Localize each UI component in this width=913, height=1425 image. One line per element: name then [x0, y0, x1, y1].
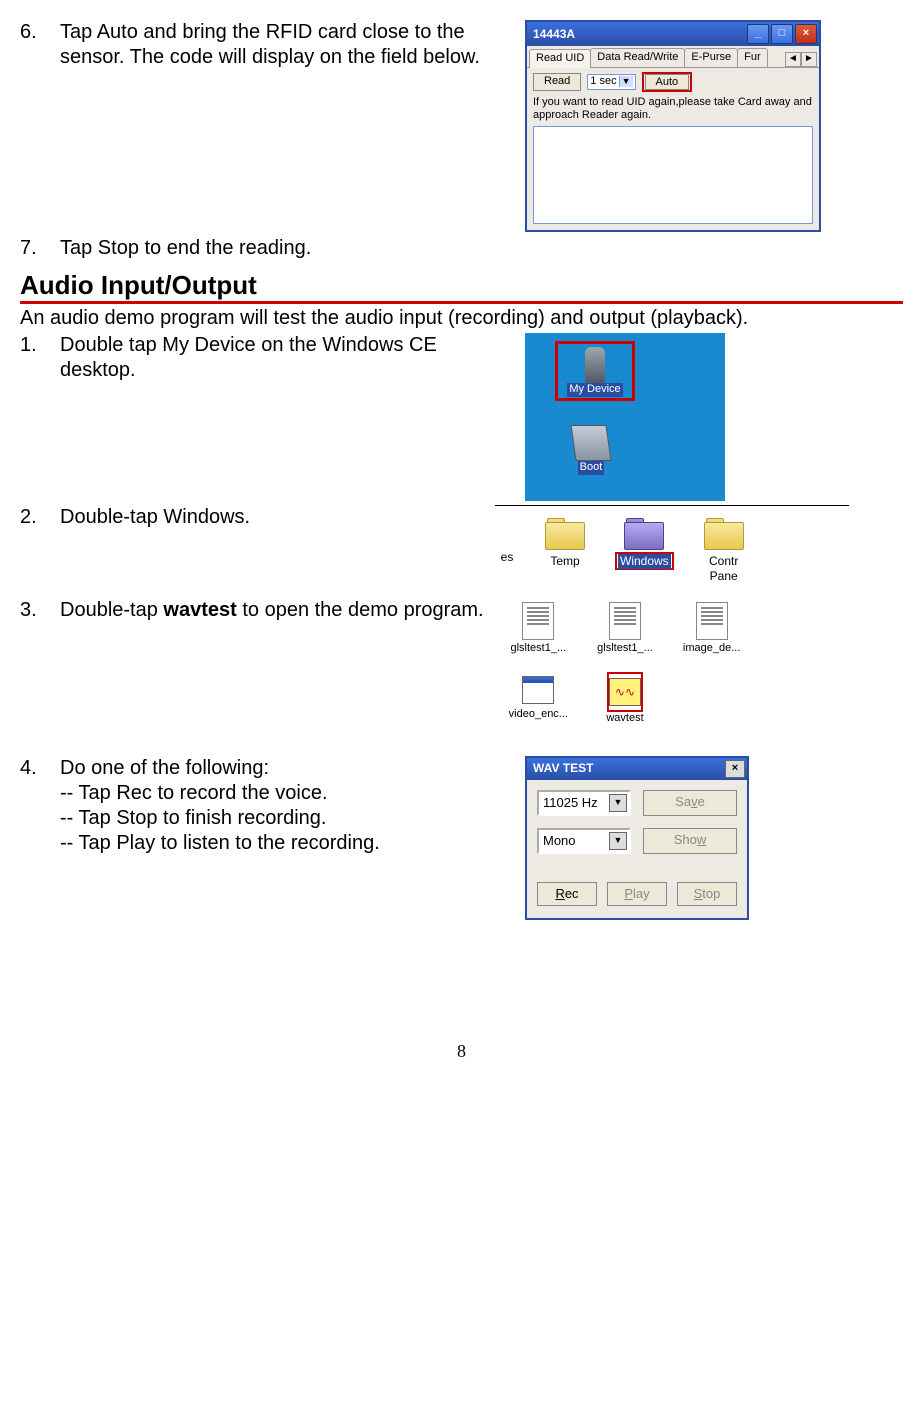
wavtest-icon[interactable]: ∿∿	[609, 678, 641, 706]
dropdown-arrow-icon: ▼	[609, 832, 627, 850]
boot-icon	[570, 425, 611, 461]
document-icon	[696, 602, 728, 640]
step-4-l2: -- Tap Rec to record the voice.	[60, 781, 485, 806]
rec-button[interactable]: Rec	[537, 882, 597, 906]
tab-epurse[interactable]: E-Purse	[684, 48, 738, 67]
step-2-text: Double-tap Windows.	[60, 505, 495, 530]
folder-icon	[545, 518, 585, 550]
step-7-text: Tap Stop to end the reading.	[60, 236, 321, 261]
figure-wavtest-dialog: WAV TEST × 11025 Hz ▼ Save Mono ▼ Show R…	[495, 756, 749, 920]
file-glsltest1b[interactable]: glsltest1_...	[582, 602, 669, 656]
sample-rate-select[interactable]: 11025 Hz ▼	[537, 790, 631, 816]
tab-fur[interactable]: Fur	[737, 48, 768, 67]
boot-label: Boot	[578, 461, 605, 475]
windows-folder-highlight: Windows	[615, 518, 674, 569]
channel-select[interactable]: Mono ▼	[537, 828, 631, 854]
step-4-l1: Do one of the following:	[60, 756, 485, 781]
step-3-text-c: to open the demo program.	[237, 599, 484, 621]
dropdown-arrow-icon: ▼	[609, 794, 627, 812]
temp-folder[interactable]: Temp	[545, 518, 585, 569]
auto-button-highlight: Auto	[642, 72, 693, 92]
dropdown-arrow-icon: ▼	[619, 76, 633, 87]
step-2: 2. Double-tap Windows. es Temp Windows C…	[20, 505, 903, 594]
step-4-l3: -- Tap Stop to finish recording.	[60, 806, 485, 831]
step-4: 4. Do one of the following: -- Tap Rec t…	[20, 756, 903, 920]
tab-read-uid[interactable]: Read UID	[529, 49, 591, 68]
channel-value: Mono	[543, 833, 576, 849]
temp-label: Temp	[545, 554, 585, 569]
step-7-num: 7.	[20, 236, 60, 261]
page-number: 8	[20, 1040, 903, 1063]
file-image-de[interactable]: image_de...	[668, 602, 755, 656]
tab-scroll-right-icon[interactable]: ►	[801, 52, 817, 67]
play-button[interactable]: Play	[607, 882, 667, 906]
rfid-titlebar: 14443A _ □ ×	[527, 22, 819, 46]
minimize-button[interactable]: _	[747, 24, 769, 44]
section-heading: Audio Input/Output	[20, 269, 903, 305]
step-3-num: 3.	[20, 598, 60, 623]
boot-icon-group[interactable]: Boot	[555, 419, 627, 475]
wav-titlebar: WAV TEST ×	[527, 758, 747, 780]
file-glsltest1a[interactable]: glsltest1_...	[495, 602, 582, 656]
step-2-num: 2.	[20, 505, 60, 530]
figure-file-icons: glsltest1_... glsltest1_... image_de... …	[495, 598, 755, 732]
step-3: 3. Double-tap wavtest to open the demo p…	[20, 598, 903, 732]
section-intro: An audio demo program will test the audi…	[20, 306, 903, 331]
uid-output-field[interactable]	[533, 126, 813, 224]
step-3-text-b: wavtest	[163, 599, 236, 621]
empty-cell	[668, 672, 755, 726]
file-video-enc[interactable]: video_enc...	[495, 672, 582, 726]
file-wavtest-highlight: ∿∿ wavtest	[582, 672, 669, 726]
figure-explorer: es Temp Windows Contr Pane	[495, 505, 849, 594]
app-icon	[522, 676, 554, 704]
figure-rfid-window: 14443A _ □ × Read UID Data Read/Write E-…	[525, 20, 821, 232]
show-button[interactable]: Show	[643, 828, 737, 854]
figure-desktop: My Device Boot	[525, 333, 725, 501]
document-icon	[609, 602, 641, 640]
my-device-icon[interactable]	[585, 347, 605, 383]
step-1-text: Double tap My Device on the Windows CE d…	[60, 333, 525, 383]
tab-data-rw[interactable]: Data Read/Write	[590, 48, 685, 67]
tab-scroll-left-icon[interactable]: ◄	[785, 52, 801, 67]
control-label-2: Pane	[704, 569, 744, 584]
step-6-num: 6.	[20, 20, 60, 45]
control-panel-folder[interactable]: Contr Pane	[704, 518, 744, 584]
my-device-icon-highlight: My Device	[555, 341, 635, 401]
wav-title: WAV TEST	[533, 761, 593, 776]
interval-select[interactable]: 1 sec ▼	[587, 74, 635, 90]
step-4-l4: -- Tap Play to listen to the recording.	[60, 831, 485, 856]
rfid-note: If you want to read UID again,please tak…	[533, 96, 813, 122]
step-3-text: Double-tap wavtest to open the demo prog…	[60, 598, 495, 623]
maximize-button[interactable]: □	[771, 24, 793, 44]
interval-value: 1 sec	[590, 75, 616, 89]
step-6-text: Tap Auto and bring the RFID card close t…	[60, 20, 525, 70]
wavtest-label: wavtest	[582, 712, 669, 726]
explorer-partial-label: es	[499, 550, 515, 565]
read-button[interactable]: Read	[533, 73, 581, 91]
rfid-title: 14443A	[533, 27, 575, 42]
step-1: 1. Double tap My Device on the Windows C…	[20, 333, 903, 501]
step-1-num: 1.	[20, 333, 60, 358]
wav-close-button[interactable]: ×	[725, 760, 745, 778]
folder-icon[interactable]	[624, 518, 664, 550]
sample-rate-value: 11025 Hz	[543, 795, 598, 811]
step-6: 6. Tap Auto and bring the RFID card clos…	[20, 20, 903, 232]
my-device-label: My Device	[567, 383, 622, 397]
document-icon	[522, 602, 554, 640]
step-4-text: Do one of the following: -- Tap Rec to r…	[60, 756, 495, 856]
step-4-num: 4.	[20, 756, 60, 781]
control-label-1: Contr	[704, 554, 744, 569]
explorer-partial: es	[499, 518, 515, 565]
step-3-text-a: Double-tap	[60, 599, 163, 621]
close-button[interactable]: ×	[795, 24, 817, 44]
save-button[interactable]: Save	[643, 790, 737, 816]
auto-button[interactable]: Auto	[645, 74, 690, 90]
folder-icon	[704, 518, 744, 550]
step-7: 7. Tap Stop to end the reading.	[20, 236, 903, 261]
windows-label: Windows	[618, 554, 671, 569]
stop-button[interactable]: Stop	[677, 882, 737, 906]
rfid-tabs: Read UID Data Read/Write E-Purse Fur ◄ ►	[527, 46, 819, 68]
